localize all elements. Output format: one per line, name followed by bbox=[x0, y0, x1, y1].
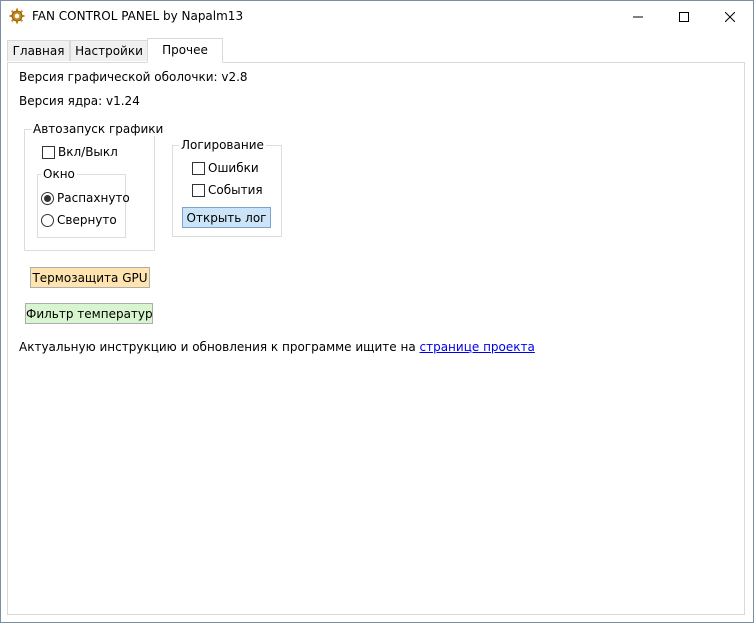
log-events-checkbox[interactable] bbox=[192, 184, 205, 197]
window-mode-legend: Окно bbox=[41, 167, 77, 181]
radio-minimized-label: Свернуто bbox=[57, 213, 117, 227]
close-icon bbox=[725, 11, 735, 22]
title-bar[interactable]: FAN CONTROL PANEL by Napalm13 bbox=[1, 1, 753, 32]
log-errors-checkbox[interactable] bbox=[192, 162, 205, 175]
footer-note: Актуальную инструкцию и обновления к про… bbox=[19, 340, 535, 354]
log-errors-label: Ошибки bbox=[208, 161, 259, 175]
app-window: FAN CONTROL PANEL by Napalm13 Главная На… bbox=[0, 0, 754, 623]
tab-main[interactable]: Главная bbox=[7, 40, 70, 61]
close-button[interactable] bbox=[707, 1, 753, 32]
tab-other[interactable]: Прочее bbox=[147, 38, 223, 63]
window-mode-group: Окно Распахнуто Свернуто bbox=[37, 167, 130, 238]
radio-expanded-label: Распахнуто bbox=[57, 191, 130, 205]
autostart-toggle-label: Вкл/Выкл bbox=[58, 145, 118, 159]
autostart-legend: Автозапуск графики bbox=[31, 122, 166, 136]
radio-minimized-button[interactable] bbox=[41, 214, 54, 227]
footer-text: Актуальную инструкцию и обновления к про… bbox=[19, 340, 416, 354]
core-version-label: Версия ядра: v1.24 bbox=[19, 94, 140, 108]
minimize-button[interactable] bbox=[615, 1, 661, 32]
gui-version-label: Версия графической оболочки: v2.8 bbox=[19, 70, 248, 84]
open-log-button[interactable]: Открыть лог bbox=[182, 207, 271, 228]
autostart-checkbox[interactable] bbox=[42, 146, 55, 159]
radio-expanded-button[interactable] bbox=[41, 192, 54, 205]
gpu-protection-button[interactable]: Термозащита GPU bbox=[30, 267, 150, 288]
temp-filter-button[interactable]: Фильтр температур bbox=[25, 303, 153, 324]
tab-panel-other: Версия графической оболочки: v2.8 Версия… bbox=[7, 62, 745, 615]
maximize-icon bbox=[679, 11, 689, 22]
logging-group: Логирование Ошибки События Открыть лог bbox=[172, 138, 282, 237]
gear-icon bbox=[9, 8, 25, 24]
logging-legend: Логирование bbox=[179, 138, 266, 152]
log-events-label: События bbox=[208, 183, 263, 197]
tab-settings[interactable]: Настройки bbox=[70, 40, 148, 61]
autostart-group: Автозапуск графики Вкл/Выкл Окно Распахн… bbox=[24, 122, 166, 251]
maximize-button[interactable] bbox=[661, 1, 707, 32]
minimize-icon bbox=[633, 16, 643, 17]
project-page-link[interactable]: странице проекта bbox=[420, 340, 535, 354]
tab-strip: Главная Настройки Прочее bbox=[7, 38, 747, 63]
window-title: FAN CONTROL PANEL by Napalm13 bbox=[32, 9, 244, 23]
